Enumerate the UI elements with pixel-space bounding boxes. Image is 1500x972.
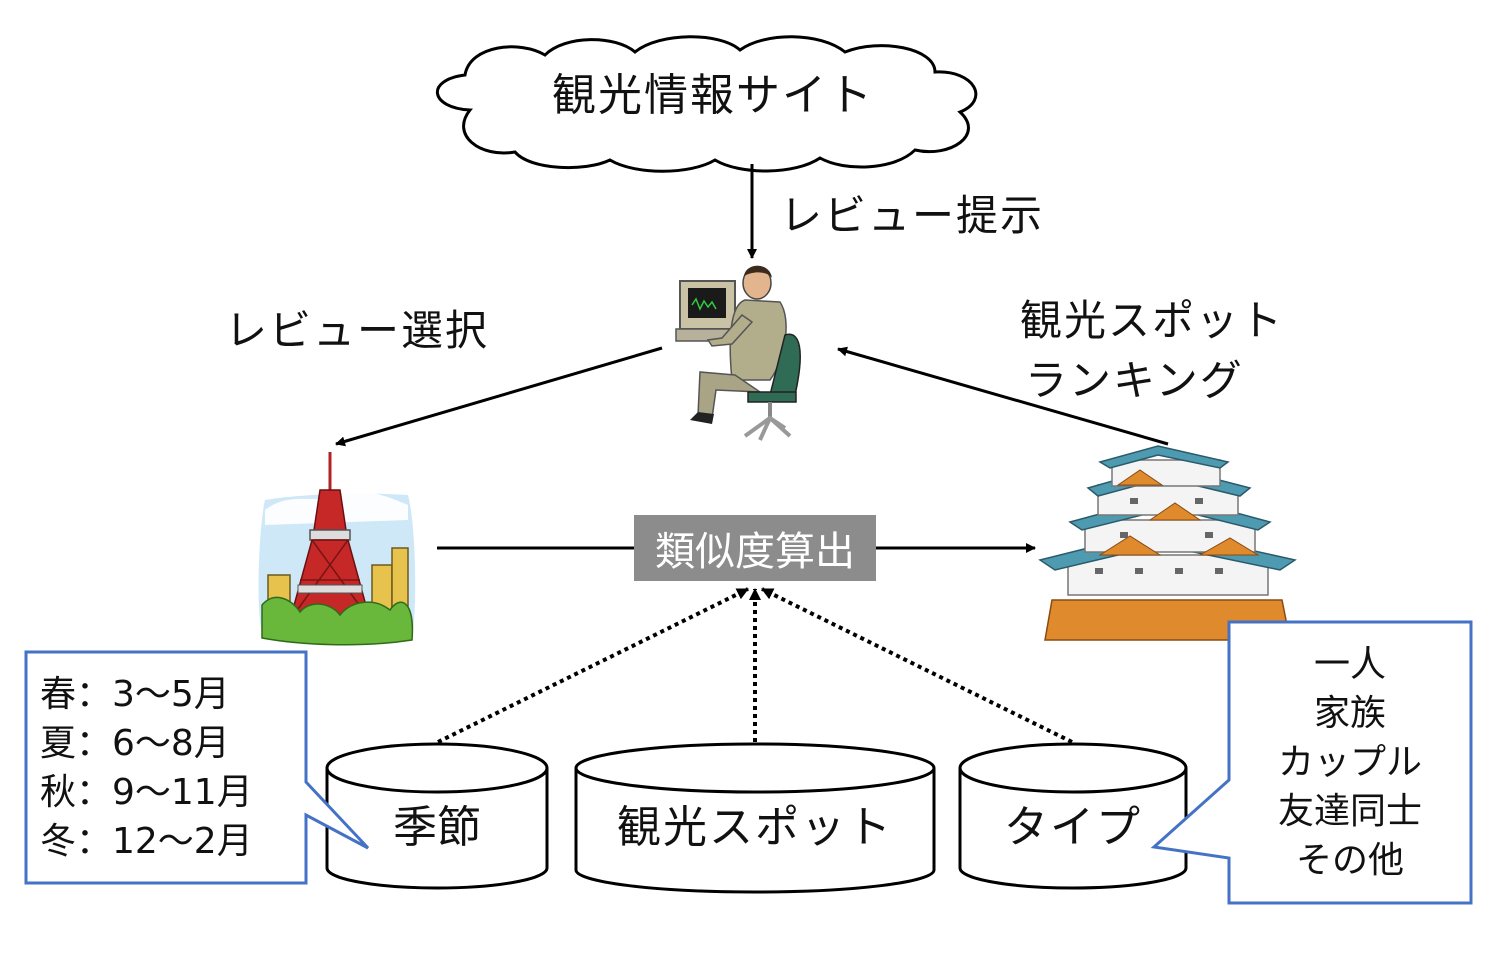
season-item: 冬：12〜2月 — [40, 821, 253, 862]
similarity-calc-label: 類似度算出 — [655, 529, 855, 575]
season-item: 夏：6〜8月 — [40, 723, 230, 764]
arrow-review-select — [335, 346, 663, 447]
type-item: 家族 — [1313, 693, 1386, 734]
spot-db-label: 観光スポット — [617, 802, 893, 853]
season-item: 秋：9〜11月 — [40, 772, 253, 813]
type-item: 友達同士 — [1277, 791, 1422, 832]
person-computer-icon — [675, 265, 801, 441]
season-db-label: 季節 — [393, 802, 481, 853]
type-db-label: タイプ — [1004, 802, 1142, 853]
review-select-label: レビュー選択 — [225, 306, 490, 355]
type-list: 一人 家族 カップル 友達同士 その他 — [1232, 640, 1468, 885]
site-label: 観光情報サイト — [552, 70, 874, 121]
type-item: カップル — [1277, 742, 1422, 783]
type-item: 一人 — [1313, 644, 1386, 685]
castle-icon — [1038, 445, 1297, 641]
similarity-calc-box: 類似度算出 — [634, 515, 876, 581]
review-present-label: レビュー提示 — [780, 191, 1045, 240]
ranking-label-line1: 観光スポット — [1020, 296, 1285, 345]
type-item: その他 — [1295, 840, 1404, 881]
dotted-arrow-season — [437, 587, 749, 744]
ranking-label-line2: ランキング — [1025, 356, 1244, 405]
tower-icon — [258, 452, 416, 646]
season-list: 春：3〜5月 夏：6〜8月 秋：9〜11月 冬：12〜2月 — [40, 670, 253, 866]
season-item: 春：3〜5月 — [40, 674, 230, 715]
dotted-arrow-type — [761, 587, 1073, 744]
